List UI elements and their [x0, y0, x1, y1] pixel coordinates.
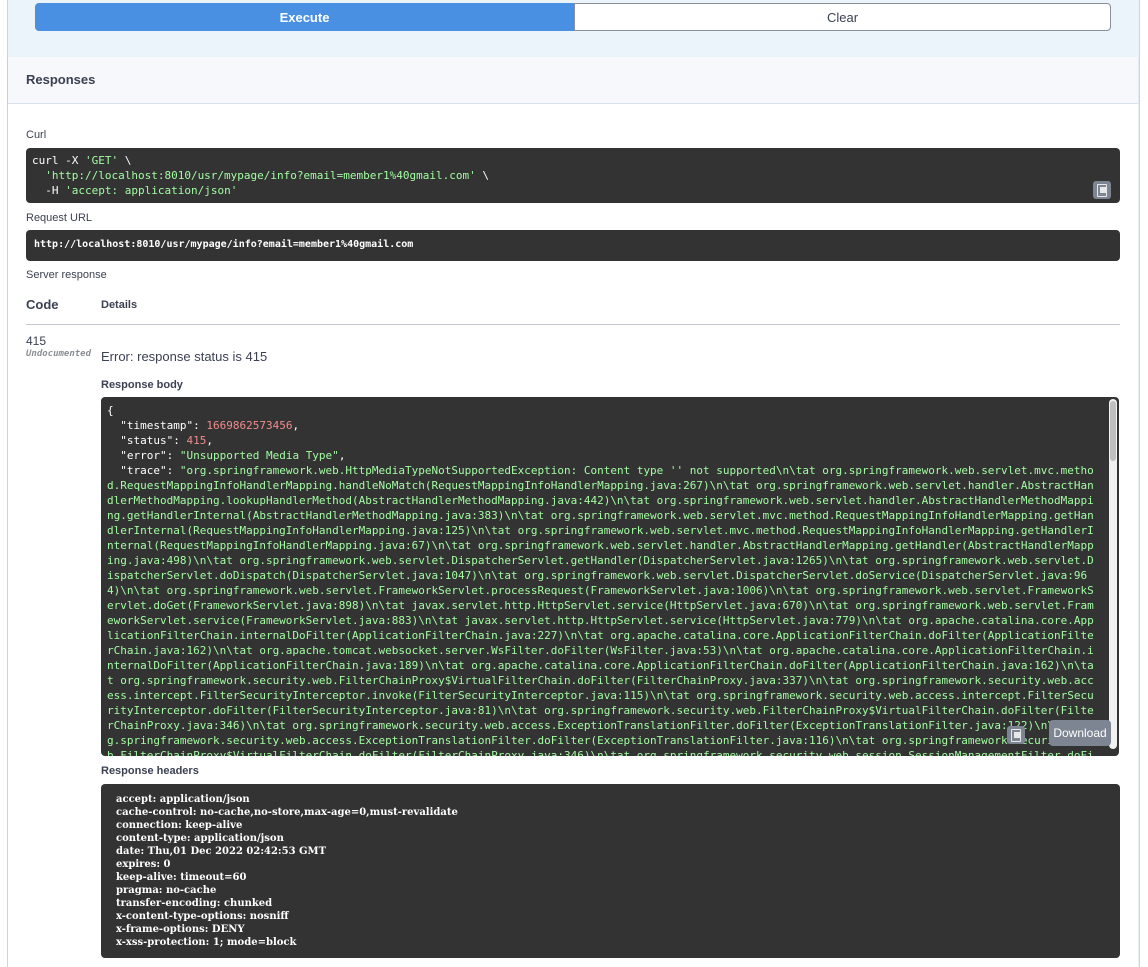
response-headers-label: Response headers [101, 765, 199, 777]
response-body-scrollbar[interactable] [1109, 399, 1117, 749]
curl-cmd: curl -X [32, 154, 85, 167]
undocumented-badge: Undocumented [26, 349, 92, 359]
curl-line2-tail: \ [475, 169, 489, 182]
response-body-label: Response body [101, 379, 183, 391]
curl-command: curl -X 'GET' \ 'http://localhost:8010/u… [32, 153, 489, 198]
status-code: 415 [26, 334, 47, 348]
header-line: connection: keep-alive [116, 820, 243, 831]
responses-title: Responses [26, 72, 96, 87]
clipboard-icon[interactable] [1007, 726, 1025, 744]
request-url-block[interactable]: http://localhost:8010/usr/mypage/info?em… [26, 230, 1120, 261]
header-line: accept: application/json [116, 794, 250, 805]
json-key-trace: "trace": [107, 464, 180, 477]
request-url-value: http://localhost:8010/usr/mypage/info?em… [34, 239, 414, 250]
json-key-timestamp: "timestamp": [107, 419, 207, 432]
scrollbar-thumb[interactable] [1110, 401, 1116, 461]
json-val-status: 415 [186, 434, 207, 447]
response-headers-list: accept: application/json cache-control: … [116, 793, 458, 949]
header-line: expires: 0 [116, 859, 171, 870]
response-headers-block[interactable]: accept: application/json cache-control: … [101, 784, 1120, 958]
header-line: x-content-type-options: nosniff [116, 911, 289, 922]
execute-wrapper: Execute Clear [35, 3, 1111, 31]
curl-url: 'http://localhost:8010/usr/mypage/info?e… [32, 169, 476, 182]
server-response-label: Server response [26, 269, 107, 281]
error-message: Error: response status is 415 [101, 349, 268, 364]
response-body-json: { "timestamp": 1669862573456, "status": … [107, 403, 1100, 756]
header-line: date: Thu,01 Dec 2022 02:42:53 GMT [116, 846, 327, 857]
header-line: transfer-encoding: chunked [116, 898, 273, 909]
json-key-error: "error": [107, 449, 180, 462]
header-line: x-xss-protection: 1; mode=block [116, 937, 297, 948]
json-val-error: "Unsupported Media Type" [179, 449, 339, 462]
execute-button[interactable]: Execute [35, 3, 574, 31]
header-line: pragma: no-cache [116, 885, 217, 896]
table-divider [26, 324, 1120, 325]
responses-header: Responses [8, 57, 1138, 104]
download-button[interactable]: Download [1049, 720, 1111, 746]
curl-method: 'GET' [84, 154, 119, 167]
clipboard-icon[interactable] [1093, 181, 1111, 199]
request-url-label: Request URL [26, 212, 93, 224]
col-code-header: Code [26, 297, 59, 312]
json-val-timestamp: 1669862573456 [206, 419, 293, 432]
json-open-brace: { [107, 404, 114, 417]
json-val-trace: "org.springframework.web.HttpMediaTypeNo… [107, 464, 1094, 756]
header-line: x-frame-options: DENY [116, 924, 245, 935]
curl-header-flag: -H [32, 184, 66, 197]
response-body-block[interactable]: { "timestamp": 1669862573456, "status": … [101, 397, 1119, 756]
header-line: keep-alive: timeout=60 [116, 872, 247, 883]
json-key-status: "status": [107, 434, 187, 447]
curl-header-value: 'accept: application/json' [65, 184, 238, 197]
curl-block[interactable]: curl -X 'GET' \ 'http://localhost:8010/u… [26, 148, 1120, 203]
header-line: cache-control: no-cache,no-store,max-age… [116, 807, 458, 818]
header-line: content-type: application/json [116, 833, 284, 844]
col-details-header: Details [101, 299, 138, 311]
curl-line1-tail: \ [118, 154, 132, 167]
curl-label: Curl [26, 129, 47, 141]
clear-button[interactable]: Clear [574, 3, 1111, 31]
